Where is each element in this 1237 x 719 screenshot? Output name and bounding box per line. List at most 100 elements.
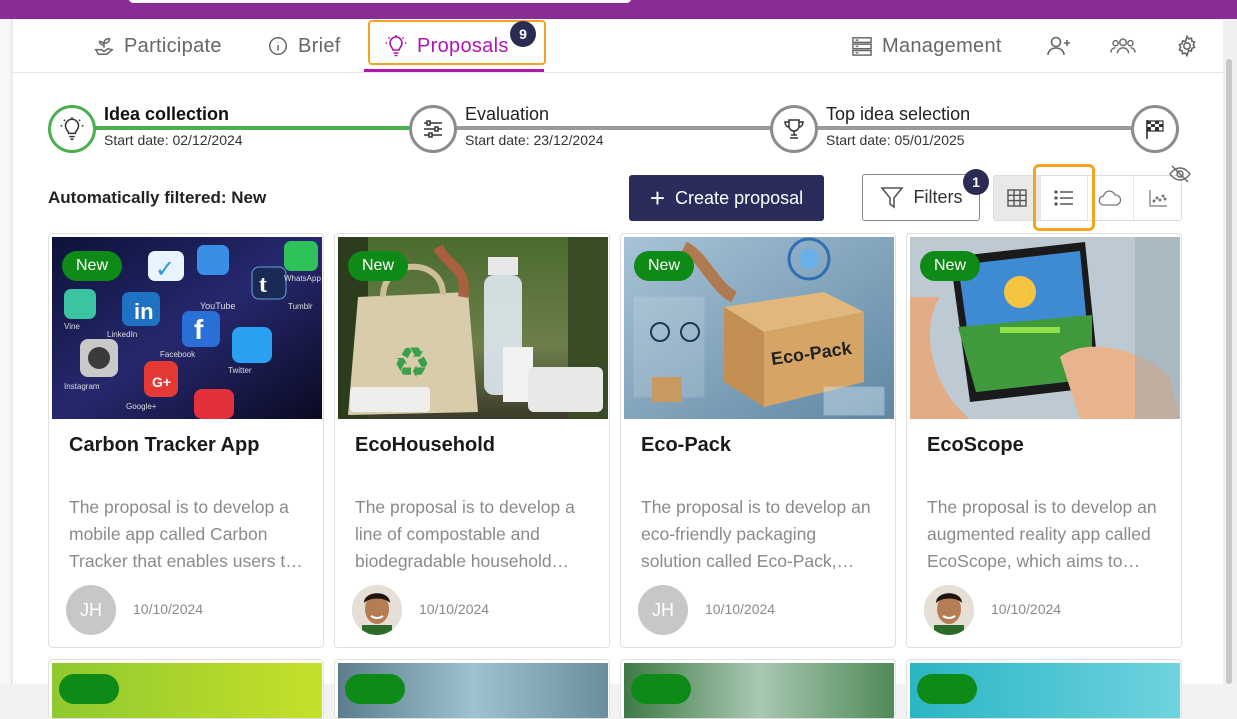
stage-line xyxy=(791,126,1131,130)
filters-label: Filters xyxy=(913,187,963,207)
filter-status-text: Automatically filtered: New xyxy=(48,188,267,207)
tab-participate[interactable]: Participate xyxy=(93,33,222,59)
status-badge: New xyxy=(62,251,123,281)
svg-text:in: in xyxy=(134,299,154,324)
top-navigation: Participate Brief Proposals 9 Management xyxy=(13,19,1223,73)
trophy-icon xyxy=(784,119,804,139)
active-tab-underline xyxy=(364,69,544,72)
svg-text:f: f xyxy=(194,314,204,345)
stage-evaluation[interactable] xyxy=(409,105,457,153)
plus-icon: + xyxy=(649,183,666,213)
filter-icon xyxy=(879,186,904,209)
proposal-image: New xyxy=(910,237,1180,419)
proposal-description: The proposal is to develop an eco-friend… xyxy=(641,497,871,571)
svg-text:♻: ♻ xyxy=(393,338,431,387)
tab-brief-label: Brief xyxy=(298,34,341,57)
stage-title: Idea collection xyxy=(104,104,230,124)
svg-text:Facebook: Facebook xyxy=(160,350,196,359)
proposal-card[interactable] xyxy=(334,659,610,719)
scatter-icon xyxy=(1149,190,1167,207)
proposal-image: ✓ in f t G+ YouTube WhatsApp LinkedIn Fa… xyxy=(52,237,322,419)
create-proposal-button[interactable]: + Create proposal xyxy=(629,175,824,221)
main-panel: Participate Brief Proposals 9 Management xyxy=(13,19,1223,719)
tab-proposals-label: Proposals xyxy=(417,34,509,57)
group-icon[interactable] xyxy=(1110,33,1136,59)
avatar xyxy=(924,585,974,635)
checkered-flag-icon xyxy=(1146,120,1164,139)
proposal-card[interactable]: ✓ in f t G+ YouTube WhatsApp LinkedIn Fa… xyxy=(48,233,324,648)
status-badge xyxy=(917,674,977,704)
stage-top-idea-selection[interactable] xyxy=(770,105,818,153)
proposal-card[interactable] xyxy=(906,659,1182,719)
svg-text:Tumblr: Tumblr xyxy=(288,302,313,311)
stage-date: Start date: 02/12/2024 xyxy=(104,132,243,148)
proposal-card[interactable]: ♻ New EcoHousehold The proposal is to de… xyxy=(334,233,610,648)
progress-line xyxy=(71,126,411,130)
filters-count-badge: 1 xyxy=(963,169,989,195)
proposal-card[interactable] xyxy=(48,659,324,719)
hidden-eye-icon[interactable] xyxy=(1169,165,1191,188)
svg-text:t: t xyxy=(259,272,267,298)
grid-icon xyxy=(1007,189,1027,207)
proposal-description: The proposal is to develop an augmented … xyxy=(927,497,1157,571)
seedling-icon xyxy=(94,37,114,55)
list-view-highlight xyxy=(1033,164,1095,231)
avatar: JH xyxy=(66,585,116,635)
status-badge xyxy=(631,674,691,704)
left-strip xyxy=(0,19,12,684)
scrollbar-thumb[interactable] xyxy=(1226,59,1232,684)
proposal-date: 10/10/2024 xyxy=(705,601,776,617)
server-icon xyxy=(852,37,872,56)
svg-text:G+: G+ xyxy=(152,374,171,390)
stage-title: Evaluation xyxy=(465,104,550,124)
tab-management-label: Management xyxy=(882,34,1002,57)
stage-line xyxy=(431,126,771,130)
info-icon xyxy=(269,37,287,55)
proposals-count-badge: 9 xyxy=(510,21,536,47)
proposal-date: 10/10/2024 xyxy=(133,601,204,617)
stage-idea-collection[interactable] xyxy=(48,105,96,153)
search-box[interactable] xyxy=(128,0,632,3)
svg-text:YouTube: YouTube xyxy=(200,301,235,311)
create-proposal-label: Create proposal xyxy=(675,187,804,208)
stage-finish[interactable] xyxy=(1131,105,1179,153)
svg-text:Vine: Vine xyxy=(64,322,80,331)
proposal-date: 10/10/2024 xyxy=(991,601,1062,617)
proposal-card[interactable]: Eco-Pack New Eco-Pack The proposal is to… xyxy=(620,233,896,648)
proposal-card[interactable] xyxy=(620,659,896,719)
proposal-date: 10/10/2024 xyxy=(419,601,490,617)
tab-management[interactable]: Management xyxy=(851,33,1002,59)
tab-participate-label: Participate xyxy=(124,34,222,57)
stage-date: Start date: 23/12/2024 xyxy=(465,132,604,148)
stage-date: Start date: 05/01/2025 xyxy=(826,132,965,148)
proposal-image: ♻ New xyxy=(338,237,608,419)
scrollbar[interactable] xyxy=(1223,19,1237,684)
status-badge: New xyxy=(634,251,695,281)
proposal-title[interactable]: EcoScope xyxy=(927,434,1024,457)
proposal-image: Eco-Pack New xyxy=(624,237,894,419)
lightbulb-icon xyxy=(60,117,84,141)
svg-text:LinkedIn: LinkedIn xyxy=(107,330,137,339)
stage-title: Top idea selection xyxy=(826,104,971,124)
svg-text:Instagram: Instagram xyxy=(64,382,100,391)
proposal-card[interactable]: New EcoScope The proposal is to develop … xyxy=(906,233,1182,648)
gear-icon[interactable] xyxy=(1174,33,1200,59)
add-user-icon[interactable] xyxy=(1046,33,1072,59)
lightbulb-icon xyxy=(385,35,407,57)
svg-text:Twitter: Twitter xyxy=(228,366,252,375)
proposal-title[interactable]: EcoHousehold xyxy=(355,434,495,457)
tab-brief[interactable]: Brief xyxy=(267,33,341,59)
proposal-title[interactable]: Carbon Tracker App xyxy=(69,434,259,457)
tab-proposals[interactable]: Proposals xyxy=(384,33,509,59)
avatar xyxy=(352,585,402,635)
status-badge xyxy=(59,674,119,704)
sliders-icon xyxy=(424,120,442,138)
proposal-description: The proposal is to develop a mobile app … xyxy=(69,497,303,571)
avatar: JH xyxy=(638,585,688,635)
svg-text:Google+: Google+ xyxy=(126,402,157,411)
svg-text:✓: ✓ xyxy=(155,256,175,283)
proposal-title[interactable]: Eco-Pack xyxy=(641,434,731,457)
stage-timeline: Idea collection Start date: 02/12/2024 E… xyxy=(13,99,1223,159)
svg-text:WhatsApp: WhatsApp xyxy=(284,274,321,283)
cloud-icon xyxy=(1099,190,1122,206)
